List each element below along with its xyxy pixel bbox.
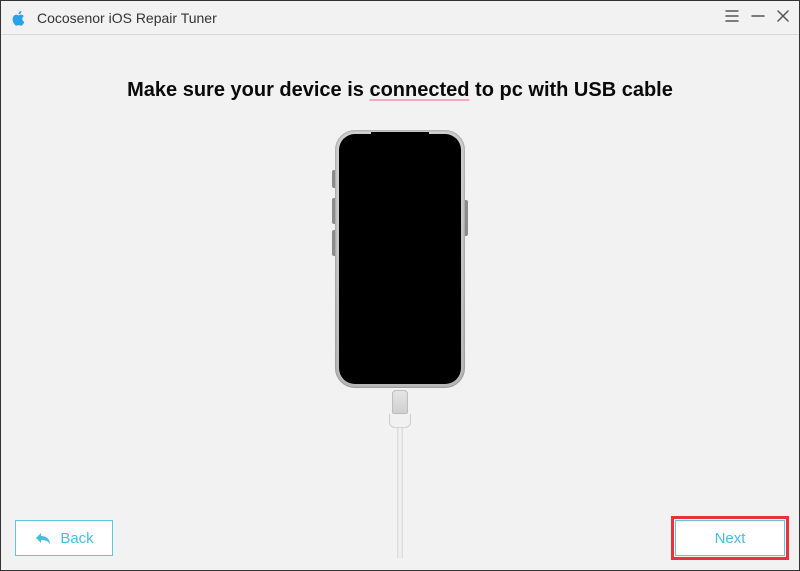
instruction-suffix: to pc with USB cable xyxy=(470,79,673,101)
app-title: Cocosenor iOS Repair Tuner xyxy=(37,10,217,26)
menu-icon[interactable] xyxy=(725,9,739,27)
footer-buttons: Back Next xyxy=(15,520,785,556)
titlebar: Cocosenor iOS Repair Tuner xyxy=(1,1,799,35)
app-window: Cocosenor iOS Repair Tuner Make sure you… xyxy=(0,0,800,571)
phone-icon xyxy=(335,130,465,388)
app-logo-icon xyxy=(9,8,29,28)
back-button-label: Back xyxy=(60,530,93,547)
back-arrow-icon xyxy=(34,531,52,545)
window-controls xyxy=(725,9,789,27)
instruction-text: Make sure your device is connected to pc… xyxy=(127,79,673,102)
next-button[interactable]: Next xyxy=(675,520,785,556)
close-icon[interactable] xyxy=(777,10,789,26)
instruction-emphasis: connected xyxy=(369,79,469,101)
back-button[interactable]: Back xyxy=(15,520,113,556)
device-illustration xyxy=(335,130,465,558)
next-button-label: Next xyxy=(715,530,746,547)
minimize-icon[interactable] xyxy=(751,9,765,27)
main-content: Make sure your device is connected to pc… xyxy=(1,35,799,570)
instruction-prefix: Make sure your device is xyxy=(127,79,369,101)
